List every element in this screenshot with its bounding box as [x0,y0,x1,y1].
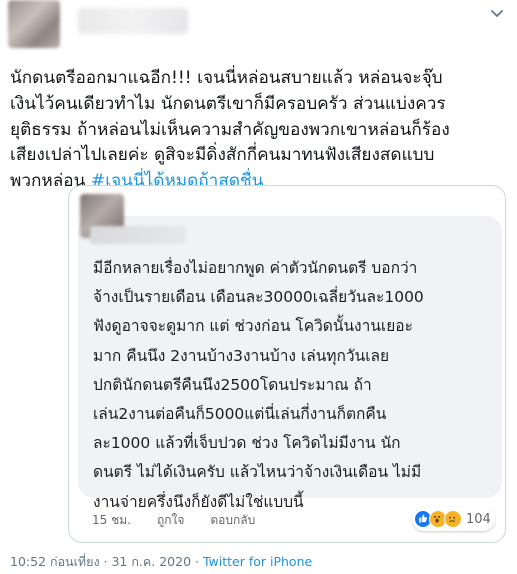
commenter-name-blurred [90,226,186,244]
reply-action: ตอบกลับ [210,513,256,527]
chevron-down-icon[interactable] [487,4,507,24]
like-action: ถูกใจ [156,513,185,527]
tweet-line: เสียงเปล่าไปเลยค่ะ ดูสิจะมีดิ่งสักกี่คนม… [10,145,435,166]
author-name-blurred[interactable] [78,8,188,34]
comment-line: ปกตินักดนตรีคืนนึง2500โดนประมาณ ถ้า [93,375,372,394]
tweet-text: นักดนตรีออกมาแฉอีก!!! เจนนี่หล่อนสบายแล้… [10,66,508,195]
reaction-count: 104 [466,511,491,527]
comment-line: ดนตรี ไม่ได้เงินครับ แล้วไหนว่าจ้างเงินเ… [93,463,422,482]
tweet-timestamp[interactable]: 10:52 ก่อนเที่ยง · 31 ก.ค. 2020 · [10,554,203,569]
comment-line: มาก คืนนึง 2งานบ้าง3งานบ้าง เล่นทุกวันเล… [93,346,390,365]
author-avatar[interactable] [8,0,60,48]
comment-text: มีอีกหลายเรื่องไม่อยากพูด ค่าตัวนักดนตรี… [93,254,497,517]
tweet-line: ยุติธรรม ถ้าหล่อนไม่เห็นความสำคัญของพวกเ… [10,119,450,140]
comment-line: จ้างเป็นรายเดือน เดือนละ30000เฉลี่ยวันละ… [93,288,424,307]
tweet-source-link[interactable]: Twitter for iPhone [203,554,312,569]
sad-reaction-icon [444,510,462,528]
tweet-line: เงินไว้คนเดียวทำไม นักดนตรีเขาก็มีครอบคร… [10,93,446,114]
comment-time: 15 ชม. [92,513,131,527]
comment-line: ละ1000 แล้วที่เจ็บปวด ช่วง โควิดไม่มีงาน… [93,434,401,453]
tweet-line: นักดนตรีออกมาแฉอีก!!! เจนนี่หล่อนสบายแล้… [10,68,443,88]
comment-actions: 15 ชม. ถูกใจ ตอบกลับ [92,511,255,530]
comment-line: มีอีกหลายเรื่องไม่อยากพูด ค่าตัวนักดนตรี… [93,259,418,277]
comment-line: ฟังดูอาจจะดูมาก แต่ ช่วงก่อน โควิดนั้นงา… [93,317,413,336]
comment-line: เล่น2งานต่อคืนก็5000แต่นี่เล่นกี่งานก็ตก… [93,405,387,424]
tweet-footer: 10:52 ก่อนเที่ยง · 31 ก.ค. 2020 · Twitte… [10,552,312,572]
reaction-summary: 104 [412,507,495,531]
